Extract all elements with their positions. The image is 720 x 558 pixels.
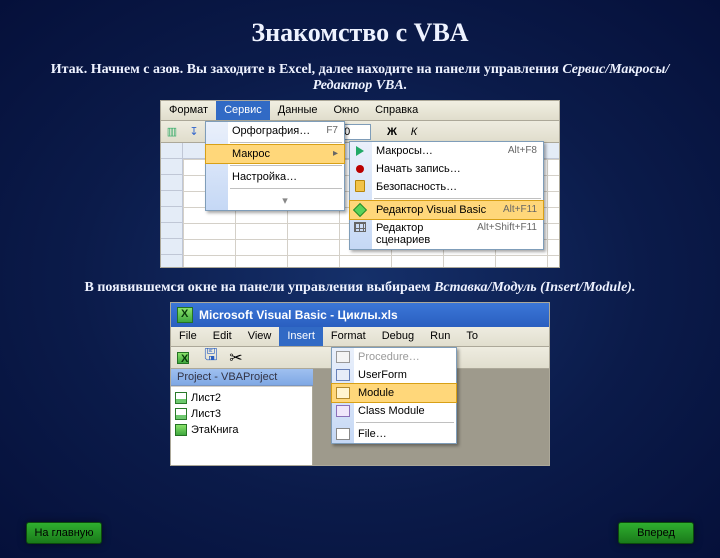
- row-headers: [161, 143, 183, 267]
- shield-icon: [355, 180, 365, 192]
- service-macro[interactable]: Макрос ▸: [205, 144, 345, 164]
- tree-sheet2[interactable]: Лист2: [175, 390, 308, 406]
- service-settings[interactable]: Настройка…: [206, 168, 344, 186]
- macro-scenario[interactable]: Редактор сценариев Alt+Shift+F11: [350, 219, 543, 249]
- vb-menu-file[interactable]: File: [171, 327, 205, 346]
- scenario-icon: [354, 222, 366, 232]
- userform-icon: [336, 369, 350, 381]
- insert-file[interactable]: File…: [332, 425, 456, 443]
- menu-help[interactable]: Справка: [367, 101, 426, 120]
- record-icon: [356, 165, 364, 173]
- italic-button[interactable]: К: [404, 123, 424, 141]
- service-expand[interactable]: ▾: [206, 191, 344, 210]
- mid-text: В появившемся окне на панели управления …: [40, 280, 680, 296]
- module-icon: [336, 387, 350, 399]
- macro-macros[interactable]: Макросы… Alt+F8: [350, 142, 543, 160]
- vb-menu-tools[interactable]: To: [458, 327, 486, 346]
- mid-emphasis: Вставка/Модуль (Insert/Module).: [434, 280, 635, 295]
- toolbar-chart-icon[interactable]: ▥: [162, 123, 182, 141]
- vb-menu-view[interactable]: View: [240, 327, 280, 346]
- vb-tb-excel-icon[interactable]: [176, 349, 196, 367]
- page-title: Знакомство с VBA: [0, 18, 720, 48]
- insert-userform[interactable]: UserForm: [332, 366, 456, 384]
- vb-screenshot: Microsoft Visual Basic - Циклы.xls File …: [170, 302, 550, 466]
- play-icon: [356, 146, 364, 156]
- vb-icon: [353, 203, 367, 217]
- vb-tb-cut-icon[interactable]: ✂: [226, 349, 246, 367]
- toolbar-sort-icon[interactable]: ↧: [184, 123, 204, 141]
- vb-insert-dropdown: Procedure… UserForm Module Class Module …: [331, 347, 457, 444]
- macro-security[interactable]: Безопасность…: [350, 178, 543, 196]
- bold-button[interactable]: Ж: [382, 123, 402, 141]
- macro-vbe[interactable]: Редактор Visual Basic Alt+F11: [349, 200, 544, 220]
- mid-plain: В появившемся окне на панели управления …: [85, 280, 435, 295]
- vb-menu-insert[interactable]: Insert: [279, 327, 323, 346]
- procedure-icon: [336, 351, 350, 363]
- workbook-icon: [175, 424, 187, 436]
- menu-data[interactable]: Данные: [270, 101, 326, 120]
- vb-tb-save-icon[interactable]: 🖫: [201, 349, 221, 367]
- project-header: Project - VBAProject: [171, 369, 313, 386]
- forward-button[interactable]: Вперед: [618, 522, 694, 544]
- intro-plain: Итак. Начнем с азов. Вы заходите в Excel…: [51, 62, 563, 77]
- excel-screenshot: Формат Сервис Данные Окно Справка ▥ ↧ ⊕ …: [160, 100, 560, 268]
- service-dropdown: Орфография… F7 Макрос ▸ Настройка… ▾: [205, 121, 345, 211]
- macro-record[interactable]: Начать запись…: [350, 160, 543, 178]
- vb-menu-format[interactable]: Format: [323, 327, 374, 346]
- vb-menu-debug[interactable]: Debug: [374, 327, 422, 346]
- sheet-icon: [175, 392, 187, 404]
- excel-menubar: Формат Сервис Данные Окно Справка: [161, 101, 559, 121]
- insert-classmodule[interactable]: Class Module: [332, 402, 456, 420]
- menu-window[interactable]: Окно: [326, 101, 368, 120]
- intro-text: Итак. Начнем с азов. Вы заходите в Excel…: [30, 62, 690, 94]
- tree-sheet3[interactable]: Лист3: [175, 406, 308, 422]
- tree-thisbook[interactable]: ЭтаКнига: [175, 422, 308, 438]
- insert-procedure[interactable]: Procedure…: [332, 348, 456, 366]
- excel-logo-icon: [177, 307, 193, 323]
- project-tree: Лист2 Лист3 ЭтаКнига: [171, 387, 312, 441]
- file-icon: [336, 428, 350, 440]
- service-spelling[interactable]: Орфография… F7: [206, 122, 344, 140]
- macro-submenu: Макросы… Alt+F8 Начать запись… Безопасно…: [349, 141, 544, 250]
- menu-format[interactable]: Формат: [161, 101, 216, 120]
- sheet-icon: [175, 408, 187, 420]
- menu-service[interactable]: Сервис: [216, 101, 270, 120]
- vb-menubar: File Edit View Insert Format Debug Run T…: [171, 327, 549, 347]
- insert-module[interactable]: Module: [331, 383, 457, 403]
- home-button[interactable]: На главную: [26, 522, 102, 544]
- classmodule-icon: [336, 405, 350, 417]
- vb-menu-run[interactable]: Run: [422, 327, 458, 346]
- vb-titlebar: Microsoft Visual Basic - Циклы.xls: [171, 303, 549, 327]
